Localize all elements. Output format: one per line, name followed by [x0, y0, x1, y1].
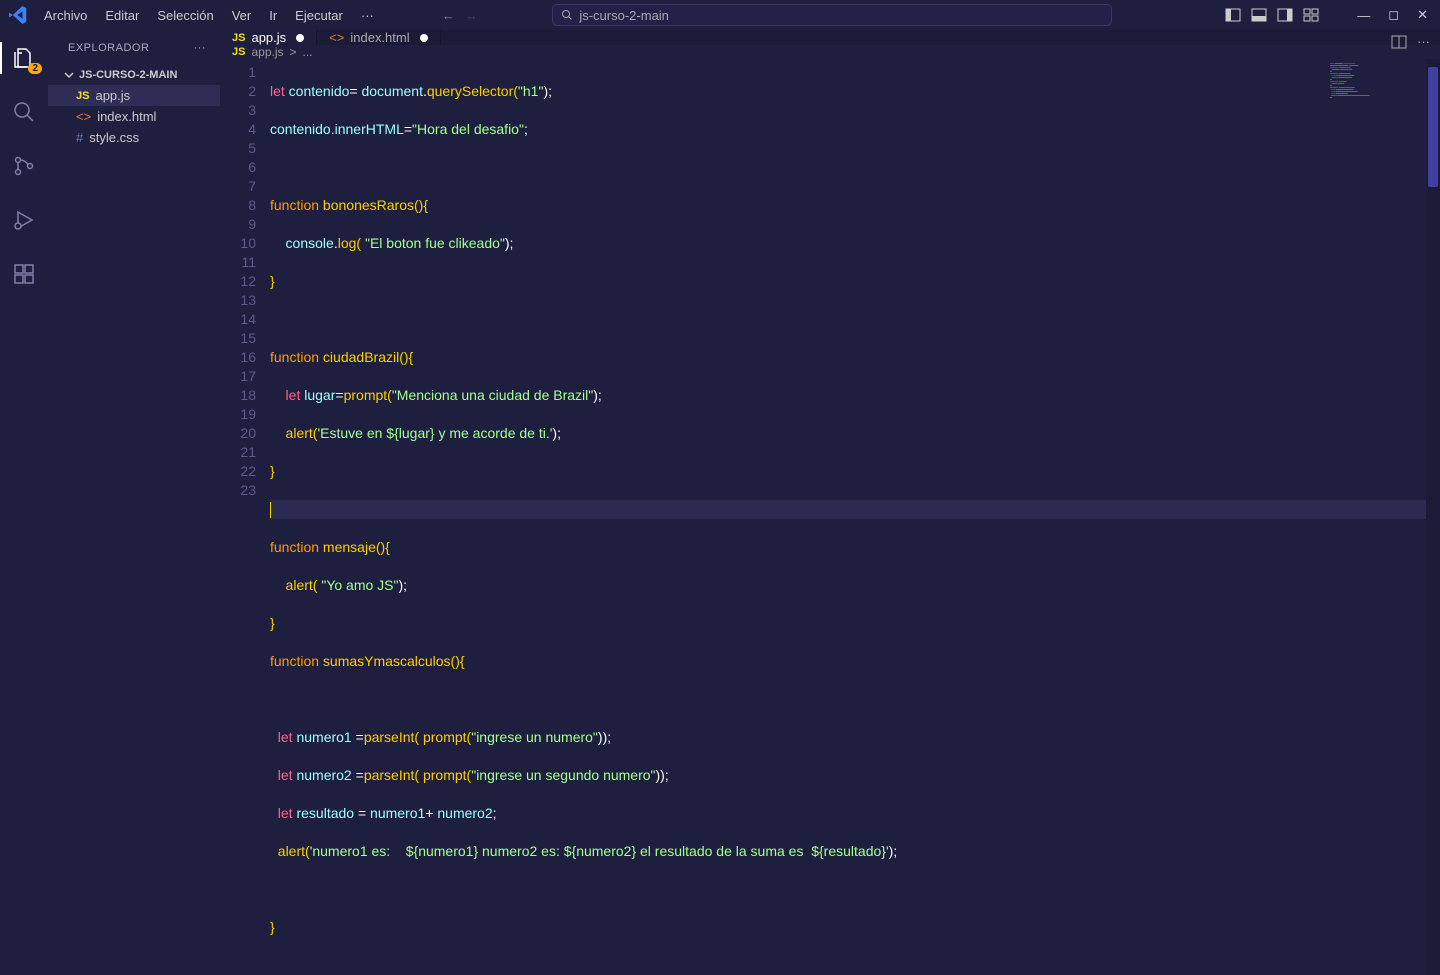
menu-archivo[interactable]: Archivo	[36, 4, 95, 27]
activity-bar: 2	[0, 30, 48, 577]
activity-explorer[interactable]: 2	[0, 38, 48, 78]
file-label: style.css	[89, 130, 139, 145]
tab-app-js[interactable]: JS app.js	[220, 30, 317, 45]
breadcrumb-sep: >	[290, 45, 297, 59]
nav-arrows: ← →	[442, 8, 478, 23]
html-file-icon: <>	[76, 109, 91, 124]
js-file-icon: JS	[76, 90, 89, 102]
js-file-icon: JS	[232, 46, 245, 58]
file-label: app.js	[95, 88, 130, 103]
tab-label: index.html	[350, 30, 409, 45]
window-minimize-icon[interactable]: —	[1357, 8, 1370, 23]
unsaved-dot-icon	[420, 34, 428, 42]
explorer-sidebar: EXPLORADOR ··· JS-CURSO-2-MAIN JS app.js…	[48, 30, 220, 577]
customize-layout-icon[interactable]	[1303, 7, 1319, 23]
code-content[interactable]: let contenido= document.querySelector("h…	[270, 59, 1440, 975]
menu-ejecutar[interactable]: Ejecutar	[287, 4, 351, 27]
window-close-icon[interactable]: ✕	[1417, 7, 1428, 23]
minimap[interactable]: ▬▬ ▬▬▬▬ ▬▬▬▬▬▬ ▬▬▬▬▬▬▬▬▬ ▬▬▬▬▬ ▬▬▬▬ ▬▬▬▬…	[1326, 59, 1426, 179]
command-center-search[interactable]: js-curso-2-main	[552, 4, 1112, 26]
explorer-badge: 2	[28, 63, 42, 74]
explorer-title: EXPLORADOR	[68, 42, 149, 54]
text-cursor	[270, 502, 271, 518]
vscode-logo-icon	[0, 6, 36, 24]
menu-more[interactable]: ···	[353, 4, 382, 27]
breadcrumb-file: app.js	[251, 45, 283, 59]
editor-scrollbar[interactable]	[1426, 59, 1440, 975]
activity-source-control[interactable]	[0, 146, 48, 186]
search-text: js-curso-2-main	[579, 8, 669, 23]
editor-tabs: JS app.js <> index.html ···	[220, 30, 1440, 45]
editor-more-icon[interactable]: ···	[1417, 34, 1430, 50]
file-label: index.html	[97, 109, 156, 124]
code-area[interactable]: 1234567891011121314151617181920212223 le…	[220, 59, 1440, 975]
file-app-js[interactable]: JS app.js	[48, 85, 220, 106]
editor-group: JS app.js <> index.html ··· JS app.js > …	[220, 30, 1440, 577]
chevron-down-icon	[63, 69, 75, 81]
menu-ir[interactable]: Ir	[261, 4, 285, 27]
explorer-header: EXPLORADOR ···	[48, 30, 220, 65]
menu-editar[interactable]: Editar	[97, 4, 147, 27]
file-index-html[interactable]: <> index.html	[48, 106, 220, 127]
project-folder[interactable]: JS-CURSO-2-MAIN	[48, 65, 220, 85]
title-bar: Archivo Editar Selección Ver Ir Ejecutar…	[0, 0, 1440, 30]
project-name: JS-CURSO-2-MAIN	[79, 69, 177, 81]
activity-search[interactable]	[0, 92, 48, 132]
window-maximize-icon[interactable]: ◻	[1388, 7, 1399, 23]
tab-index-html[interactable]: <> index.html	[317, 30, 440, 45]
toggle-panel-icon[interactable]	[1251, 7, 1267, 23]
explorer-more-icon[interactable]: ···	[194, 42, 207, 54]
menu-seleccion[interactable]: Selección	[149, 4, 221, 27]
html-file-icon: <>	[329, 30, 344, 45]
scrollbar-thumb[interactable]	[1428, 67, 1438, 187]
menu-bar: Archivo Editar Selección Ver Ir Ejecutar…	[36, 4, 382, 27]
activity-extensions[interactable]	[0, 254, 48, 294]
unsaved-dot-icon	[296, 34, 304, 42]
menu-ver[interactable]: Ver	[224, 4, 260, 27]
tab-label: app.js	[251, 30, 286, 45]
js-file-icon: JS	[232, 32, 245, 44]
file-style-css[interactable]: # style.css	[48, 127, 220, 148]
toggle-primary-sidebar-icon[interactable]	[1225, 7, 1241, 23]
breadcrumb-more: ...	[303, 45, 313, 59]
css-file-icon: #	[76, 130, 83, 145]
layout-buttons	[1225, 7, 1319, 23]
breadcrumb[interactable]: JS app.js > ...	[220, 45, 1440, 59]
split-editor-icon[interactable]	[1391, 34, 1407, 50]
nav-forward-icon[interactable]: →	[465, 8, 478, 23]
activity-run-debug[interactable]	[0, 200, 48, 240]
editor-actions: ···	[1391, 34, 1430, 50]
nav-back-icon[interactable]: ←	[442, 8, 455, 23]
toggle-secondary-sidebar-icon[interactable]	[1277, 7, 1293, 23]
search-icon	[561, 9, 573, 21]
line-gutter: 1234567891011121314151617181920212223	[220, 59, 270, 975]
